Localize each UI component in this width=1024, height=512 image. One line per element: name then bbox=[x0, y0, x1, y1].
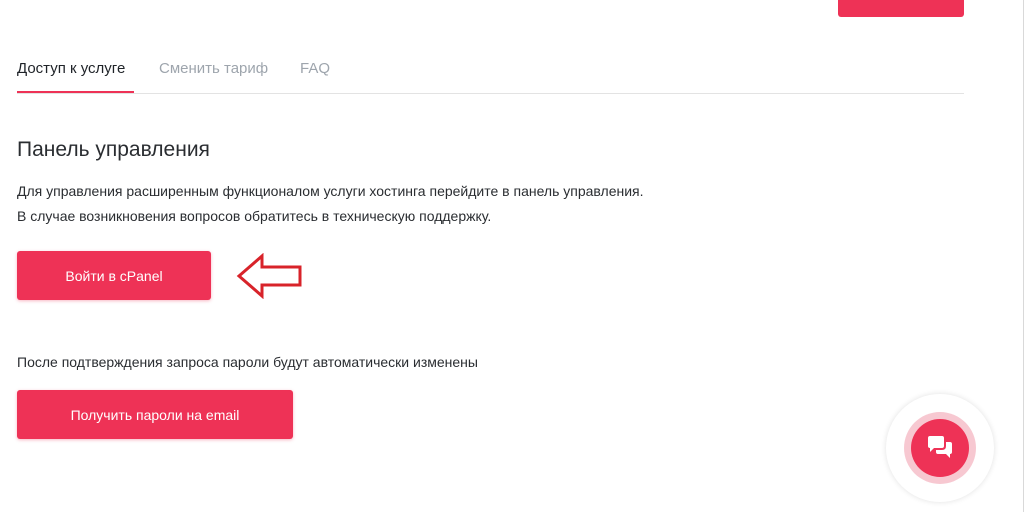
password-note: После подтверждения запроса пароли будут… bbox=[17, 354, 478, 370]
tab-service-access[interactable]: Доступ к услуге bbox=[17, 60, 125, 78]
tab-faq[interactable]: FAQ bbox=[300, 60, 330, 78]
login-cpanel-label: Войти в cPanel bbox=[65, 267, 163, 284]
section-title: Панель управления bbox=[17, 138, 210, 161]
tab-bar: Доступ к услуге Сменить тариф FAQ bbox=[17, 54, 964, 94]
get-passwords-email-button[interactable]: Получить пароли на email bbox=[17, 390, 293, 439]
left-arrow-annotation-icon bbox=[236, 253, 302, 299]
chat-bubbles-icon bbox=[928, 436, 952, 458]
tab-change-plan[interactable]: Сменить тариф bbox=[159, 60, 268, 78]
description-line-2: В случае возникновения вопросов обратите… bbox=[17, 208, 492, 224]
top-action-button[interactable] bbox=[838, 0, 964, 17]
chat-widget-button[interactable] bbox=[911, 419, 969, 477]
get-passwords-label: Получить пароли на email bbox=[70, 406, 240, 423]
active-tab-indicator bbox=[17, 91, 134, 93]
login-cpanel-button[interactable]: Войти в cPanel bbox=[17, 251, 211, 300]
description-line-1: Для управления расширенным функционалом … bbox=[17, 183, 644, 199]
service-page: Доступ к услуге Сменить тариф FAQ Панель… bbox=[0, 0, 1024, 512]
